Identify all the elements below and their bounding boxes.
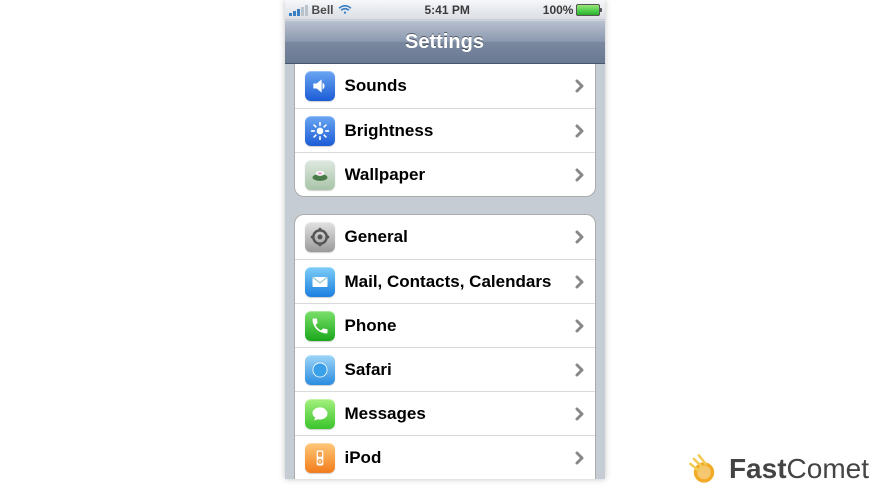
- phone-icon: [305, 311, 335, 341]
- row-mail[interactable]: Mail, Contacts, Calendars: [295, 259, 595, 303]
- device-frame: Bell 5:41 PM 100% Settings Sou: [285, 0, 605, 479]
- row-messages[interactable]: Messages: [295, 391, 595, 435]
- general-icon: [305, 222, 335, 252]
- chevron-right-icon: [575, 275, 585, 289]
- chevron-right-icon: [575, 230, 585, 244]
- fastcomet-logo-icon: [687, 452, 721, 486]
- wifi-icon: [338, 3, 352, 17]
- chevron-right-icon: [575, 168, 585, 182]
- row-label: iPod: [345, 448, 575, 468]
- row-phone[interactable]: Phone: [295, 303, 595, 347]
- row-label: Phone: [345, 316, 575, 336]
- watermark-brand-bold: Fast: [729, 453, 787, 484]
- row-safari[interactable]: Safari: [295, 347, 595, 391]
- chevron-right-icon: [575, 407, 585, 421]
- settings-group: Sounds Brightness Wallpaper: [294, 64, 596, 197]
- watermark-brand-light: Comet: [787, 453, 869, 484]
- messages-icon: [305, 399, 335, 429]
- row-label: Safari: [345, 360, 575, 380]
- battery-icon: [576, 4, 600, 16]
- watermark: FastComet: [687, 452, 869, 486]
- watermark-text: FastComet: [729, 453, 869, 485]
- status-time: 5:41 PM: [424, 3, 469, 17]
- wallpaper-icon: [305, 160, 335, 190]
- battery-percent: 100%: [543, 3, 574, 17]
- row-label: Sounds: [345, 76, 575, 96]
- carrier-label: Bell: [312, 3, 334, 17]
- status-right: 100%: [543, 3, 601, 17]
- row-label: General: [345, 227, 575, 247]
- mail-icon: [305, 267, 335, 297]
- row-wallpaper[interactable]: Wallpaper: [295, 152, 595, 196]
- chevron-right-icon: [575, 319, 585, 333]
- row-general[interactable]: General: [295, 215, 595, 259]
- row-label: Brightness: [345, 121, 575, 141]
- chevron-right-icon: [575, 451, 585, 465]
- signal-icon: [289, 4, 308, 16]
- chevron-right-icon: [575, 363, 585, 377]
- row-sounds[interactable]: Sounds: [295, 64, 595, 108]
- status-bar: Bell 5:41 PM 100%: [285, 0, 605, 20]
- row-label: Messages: [345, 404, 575, 424]
- brightness-icon: [305, 116, 335, 146]
- safari-icon: [305, 355, 335, 385]
- page-title: Settings: [405, 31, 484, 54]
- settings-group: General Mail, Contacts, Calendars Phone: [294, 214, 596, 479]
- row-label: Mail, Contacts, Calendars: [345, 272, 575, 292]
- status-left: Bell: [289, 3, 352, 17]
- chevron-right-icon: [575, 79, 585, 93]
- sounds-icon: [305, 71, 335, 101]
- row-label: Wallpaper: [345, 165, 575, 185]
- nav-bar: Settings: [285, 20, 605, 64]
- settings-list[interactable]: Sounds Brightness Wallpaper: [285, 64, 605, 479]
- chevron-right-icon: [575, 124, 585, 138]
- ipod-icon: [305, 443, 335, 473]
- row-ipod[interactable]: iPod: [295, 435, 595, 479]
- row-brightness[interactable]: Brightness: [295, 108, 595, 152]
